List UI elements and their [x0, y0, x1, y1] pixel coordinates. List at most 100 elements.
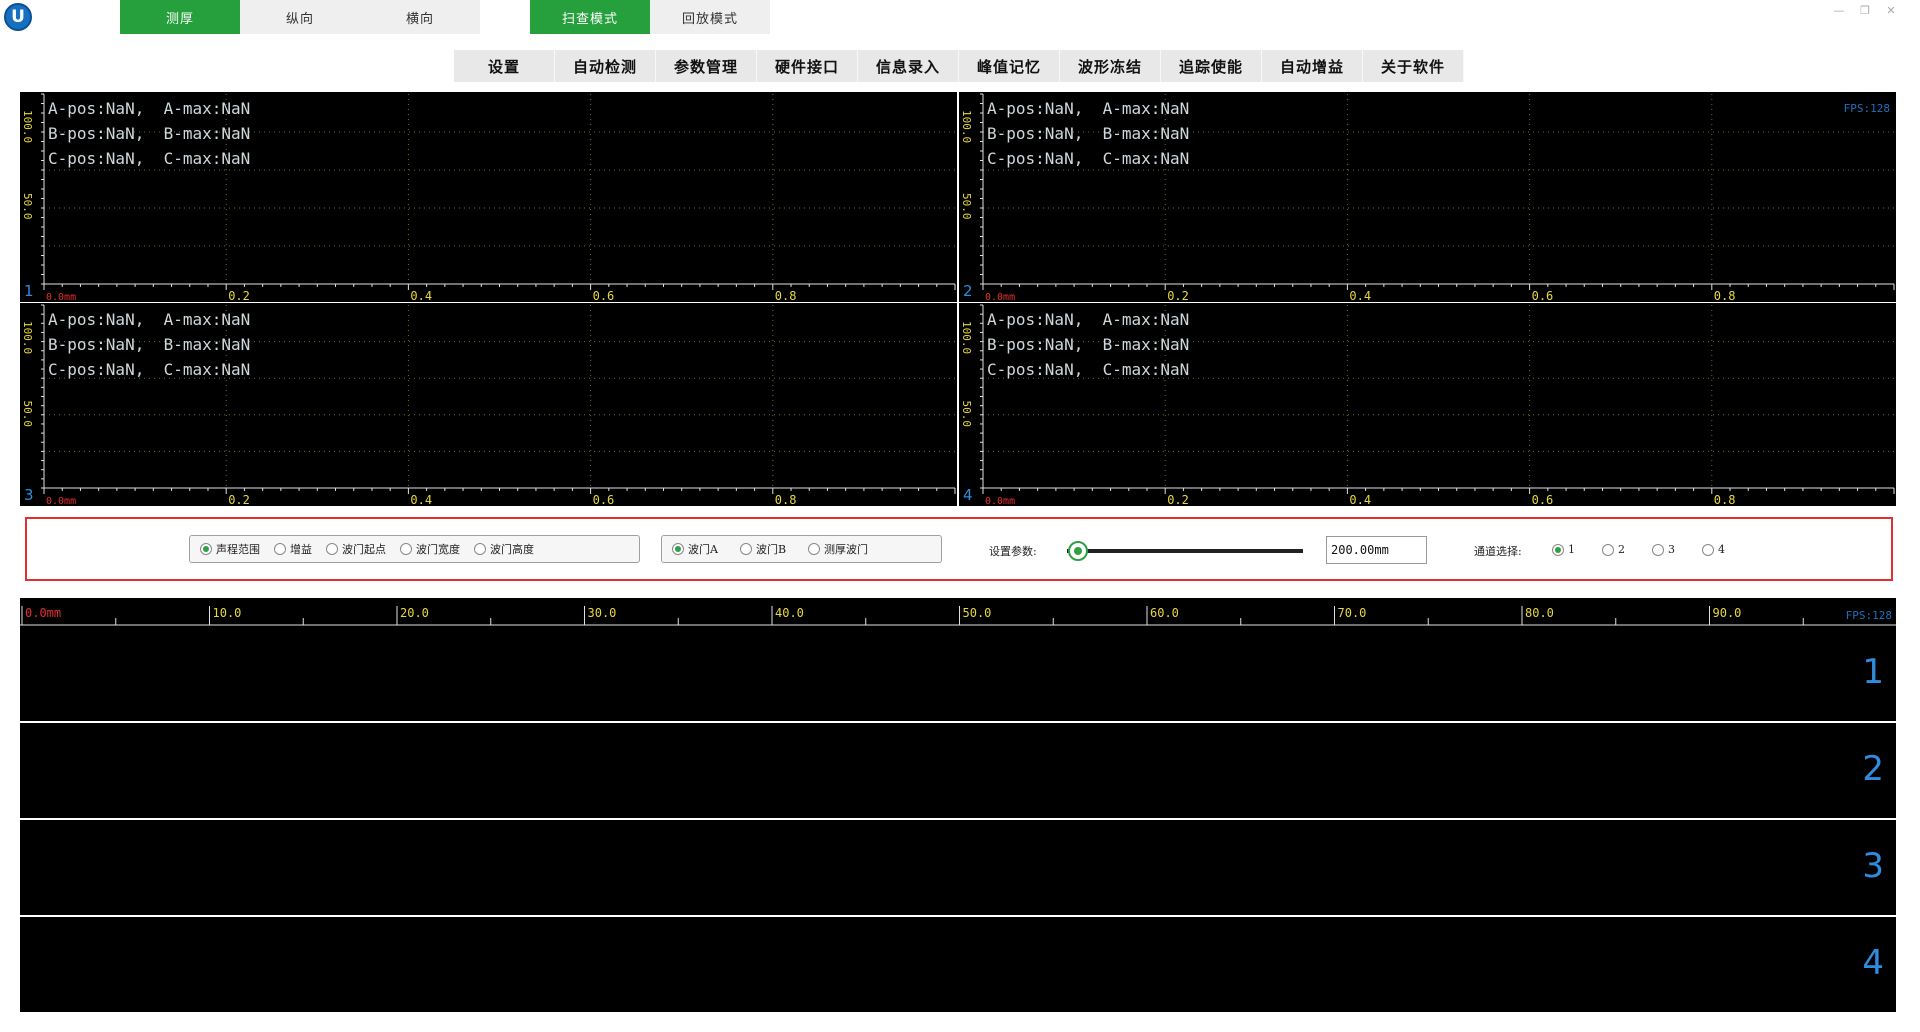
param-slider-handle[interactable]: [1068, 541, 1088, 561]
x-tick-label: 0.0mm: [46, 496, 76, 506]
scan-channel-row-1: 1: [20, 626, 1896, 721]
radio-label: 波门起点: [342, 543, 386, 556]
set-param-label: 设置参数:: [989, 545, 1037, 558]
y-tick-label: 50.0: [960, 401, 973, 428]
restore-icon[interactable]: ❐: [1855, 4, 1875, 17]
x-tick-label: 0.4: [410, 289, 432, 302]
scan-channel-row-3: 3: [20, 820, 1896, 915]
menu-auto-detect[interactable]: 自动检测: [555, 50, 656, 82]
radio-label: 波门B: [755, 543, 787, 556]
x-tick-label: 0.4: [1349, 493, 1371, 506]
app-logo: U: [4, 3, 32, 31]
radio-thickness-gate[interactable]: 测厚波门: [808, 541, 868, 557]
x-tick-label: 0.2: [228, 289, 250, 302]
radio-dot[interactable]: [808, 543, 821, 555]
x-tick-label: 0.6: [593, 493, 615, 506]
radio-dot[interactable]: [326, 543, 338, 555]
radio-dot[interactable]: [1552, 543, 1564, 556]
scope-readout: A-pos:NaN, A-max:NaN B-pos:NaN, B-max:NaN…: [987, 307, 1189, 382]
ruler-label: 80.0: [1525, 606, 1554, 620]
radio-gate-height[interactable]: 波门高度: [474, 541, 534, 557]
fps-label: FPS:128: [1843, 102, 1890, 115]
x-tick-label: 0.2: [1167, 493, 1189, 506]
tab-playback-mode[interactable]: 回放模式: [650, 0, 770, 34]
y-tick-label: 100.0: [21, 110, 34, 143]
y-tick-label: 100.0: [960, 321, 973, 354]
radio-dot[interactable]: [474, 543, 486, 555]
scan-ruler: 0.0mm 10.0 20.0 30.0 40.0 50.0 60.0 70.0 80.0 90.…: [20, 598, 1896, 626]
radio-channel-4[interactable]: 4: [1702, 543, 1725, 556]
radio-label: 波门高度: [490, 543, 534, 556]
scope-readout: A-pos:NaN, A-max:NaN B-pos:NaN, B-max:NaN…: [48, 307, 250, 382]
radio-label: 声程范围: [216, 543, 260, 556]
menu-tracking-enable[interactable]: 追踪使能: [1161, 50, 1262, 82]
menu-param-manage[interactable]: 参数管理: [656, 50, 757, 82]
radio-gate-b[interactable]: 波门B: [739, 541, 787, 557]
menu-waveform-freeze[interactable]: 波形冻结: [1060, 50, 1161, 82]
channel-select-label: 通道选择:: [1474, 545, 1522, 558]
scope-panel-3: 0.0mm 0.2 0.4 0.6 0.8 100.0 50.0 A-pos:NaN, A-…: [20, 303, 957, 506]
radio-dot[interactable]: [200, 543, 212, 555]
menu-peak-memory[interactable]: 峰值记忆: [959, 50, 1060, 82]
scan-row-number: 4: [1862, 943, 1884, 983]
ruler-label: 70.0: [1338, 606, 1367, 620]
x-tick-label: 0.8: [1714, 289, 1736, 302]
tab-longitudinal[interactable]: 纵向: [240, 0, 360, 34]
x-tick-label: 0.0mm: [46, 292, 76, 302]
radio-dot[interactable]: [1702, 543, 1714, 556]
radio-sound-range[interactable]: 声程范围: [200, 541, 260, 557]
tab-transverse[interactable]: 横向: [360, 0, 480, 34]
tab-thickness[interactable]: 测厚: [120, 0, 240, 34]
close-icon[interactable]: ✕: [1881, 4, 1901, 17]
menu-info-entry[interactable]: 信息录入: [858, 50, 959, 82]
channel-number: 3: [24, 486, 34, 504]
radio-dot[interactable]: [672, 543, 684, 555]
radio-dot[interactable]: [739, 543, 752, 555]
tab-scan-mode[interactable]: 扫查模式: [530, 0, 650, 34]
scan-row-number: 2: [1862, 749, 1884, 789]
readout-line-b: B-pos:NaN, B-max:NaN: [48, 124, 251, 143]
radio-gain[interactable]: 增益: [274, 541, 312, 557]
minimize-icon[interactable]: —: [1829, 4, 1849, 17]
scope-panel-4: 0.0mm 0.2 0.4 0.6 0.8 100.0 50.0 A-pos:NaN, A-…: [959, 303, 1896, 506]
radio-gate-width[interactable]: 波门宽度: [400, 541, 460, 557]
ruler-label: 0.0mm: [25, 606, 61, 620]
ruler-label: 50.0: [963, 606, 992, 620]
menu-hardware-interface[interactable]: 硬件接口: [757, 50, 858, 82]
scan-row-number: 1: [1862, 652, 1884, 692]
radio-dot[interactable]: [1602, 543, 1614, 556]
readout-line-c: C-pos:NaN, C-max:NaN: [48, 360, 251, 379]
readout-line-c: C-pos:NaN, C-max:NaN: [987, 149, 1190, 168]
x-tick-label: 0.8: [775, 493, 797, 506]
scan-ruler-ticks: 0.0mm 10.0 20.0 30.0 40.0 50.0 60.0 70.0 80.0 90.…: [20, 606, 1896, 626]
x-tick-label: 0.6: [1532, 289, 1554, 302]
channel-number: 1: [24, 282, 34, 300]
radio-channel-1[interactable]: 1: [1552, 543, 1575, 556]
logo-letter: U: [11, 7, 25, 27]
param-slider[interactable]: [1067, 549, 1303, 553]
scope-readout: A-pos:NaN, A-max:NaN B-pos:NaN, B-max:NaN…: [987, 96, 1189, 171]
param-value-input[interactable]: [1326, 536, 1427, 564]
menu-settings[interactable]: 设置: [454, 50, 555, 82]
readout-line-a: A-pos:NaN, A-max:NaN: [48, 310, 251, 329]
param-radio-group: 声程范围 增益 波门起点 波门宽度 波门高度: [189, 535, 640, 563]
x-tick-label: 0.8: [775, 289, 797, 302]
radio-channel-2[interactable]: 2: [1602, 543, 1625, 556]
menu-auto-gain[interactable]: 自动增益: [1262, 50, 1363, 82]
readout-line-c: C-pos:NaN, C-max:NaN: [987, 360, 1190, 379]
y-tick-label: 100.0: [21, 321, 34, 354]
radio-channel-3[interactable]: 3: [1652, 543, 1675, 556]
ruler-label: 10.0: [213, 606, 242, 620]
x-tick-label: 0.4: [1349, 289, 1371, 302]
radio-dot[interactable]: [1652, 543, 1664, 556]
ruler-label: 60.0: [1150, 606, 1179, 620]
radio-gate-start[interactable]: 波门起点: [326, 541, 386, 557]
channel-number: 4: [963, 486, 973, 504]
scope-readout: A-pos:NaN, A-max:NaN B-pos:NaN, B-max:NaN…: [48, 96, 250, 171]
radio-gate-a[interactable]: 波门A: [672, 541, 718, 557]
menu-about[interactable]: 关于软件: [1363, 50, 1464, 82]
y-tick-label: 50.0: [21, 193, 34, 220]
radio-dot[interactable]: [274, 543, 286, 555]
radio-dot[interactable]: [400, 543, 412, 555]
radio-label: 波门宽度: [416, 543, 460, 556]
